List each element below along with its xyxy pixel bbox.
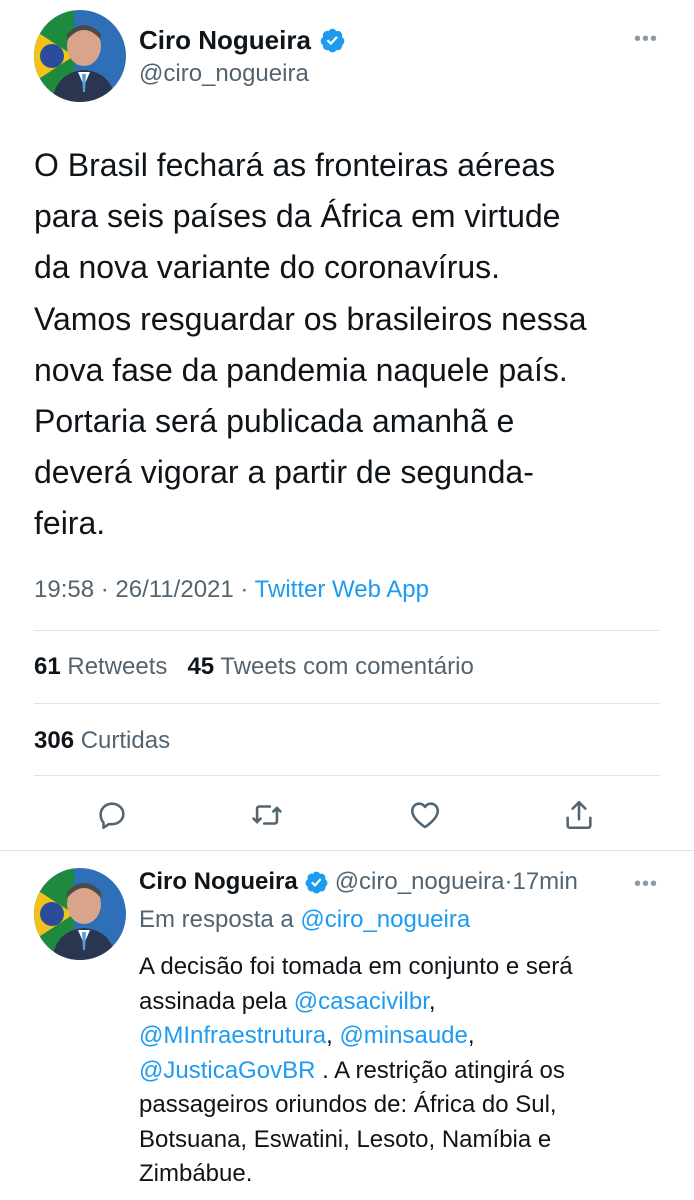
mention-link[interactable]: @minsaude xyxy=(339,1022,467,1049)
retweet-button[interactable] xyxy=(247,795,287,835)
meta-separator: · xyxy=(504,868,513,895)
replying-to: Em resposta a @ciro_nogueira xyxy=(139,906,470,934)
reply-text-line: @JusticaGovBR . A restrição atingirá os xyxy=(139,1054,679,1089)
tweet-date[interactable]: 26/11/2021 xyxy=(115,576,233,603)
more-options-icon[interactable]: ••• xyxy=(634,873,658,896)
tweet-age[interactable]: 17min xyxy=(512,868,577,896)
reply-text-line: A decisão foi tomada em conjunto e será xyxy=(139,953,573,980)
reply-tweet[interactable]: Ciro Nogueira @ciro_nogueira · 17min •••… xyxy=(0,851,694,1200)
retweets-count: 61 xyxy=(34,653,61,680)
heart-icon xyxy=(410,802,440,829)
avatar-photo xyxy=(34,868,126,960)
retweet-icon xyxy=(252,805,282,825)
text-segment: , xyxy=(467,1022,475,1049)
likes-stat[interactable]: 306 Curtidas xyxy=(34,727,170,755)
author-display-name[interactable]: Ciro Nogueira xyxy=(139,868,298,896)
tweet-time[interactable]: 19:58 xyxy=(34,576,94,603)
retweets-label: Retweets xyxy=(67,653,168,680)
text-segment: . A restrição atingirá os xyxy=(315,1056,565,1084)
reply-text-line: Zimbábue. xyxy=(139,1160,253,1187)
share-icon xyxy=(566,800,592,830)
author-display-name[interactable]: Ciro Nogueira xyxy=(139,25,311,56)
tweet-text: O Brasil fechará as fronteiras aéreas pa… xyxy=(34,147,587,542)
more-options-icon[interactable]: ••• xyxy=(634,28,658,51)
reply-mention-link[interactable]: @ciro_nogueira xyxy=(300,906,470,933)
reply-text-line: Botsuana, Eswatini, Lesoto, Namíbia e xyxy=(139,1125,552,1153)
divider xyxy=(34,703,660,704)
share-button[interactable] xyxy=(559,795,599,835)
text-segment: assinada pela xyxy=(139,987,288,1015)
mention-link[interactable]: @casacivilbr xyxy=(294,988,429,1015)
avatar[interactable] xyxy=(34,10,126,102)
meta-separator: · xyxy=(100,576,109,603)
author-name-row[interactable]: Ciro Nogueira xyxy=(139,25,346,56)
quotes-label: Tweets com comentário xyxy=(220,653,474,680)
main-tweet: Ciro Nogueira @ciro_nogueira ••• O Brasi… xyxy=(0,0,694,850)
avatar-photo xyxy=(34,10,126,102)
text-segment: , xyxy=(428,987,436,1015)
reply-icon xyxy=(99,802,125,830)
engagement-stats: 61 Retweets 45 Tweets com comentário xyxy=(34,653,474,681)
tweet-meta: 19:58 · 26/11/2021 · Twitter Web App xyxy=(34,576,429,604)
reply-text-line: @MInfraestrutura, @minsaude, xyxy=(139,1019,679,1054)
reply-tweet-text: A decisão foi tomada em conjunto e será … xyxy=(139,950,679,1192)
quotes-count: 45 xyxy=(187,653,215,680)
reply-prefix: Em resposta a xyxy=(139,906,294,933)
reply-author-row: Ciro Nogueira @ciro_nogueira · 17min xyxy=(139,868,578,896)
retweets-stat[interactable]: 61 Retweets xyxy=(34,653,167,680)
divider xyxy=(34,630,660,631)
verified-badge-icon xyxy=(319,27,346,54)
like-button[interactable] xyxy=(405,795,445,835)
mention-link[interactable]: @JusticaGovBR xyxy=(139,1057,315,1084)
divider xyxy=(34,775,660,776)
meta-separator: · xyxy=(240,576,249,603)
likes-label: Curtidas xyxy=(80,727,171,754)
verified-badge-icon xyxy=(304,870,329,895)
mention-link[interactable]: @MInfraestrutura xyxy=(139,1022,326,1049)
likes-count: 306 xyxy=(34,727,75,754)
author-handle[interactable]: @ciro_nogueira xyxy=(335,868,505,896)
author-handle[interactable]: @ciro_nogueira xyxy=(139,60,309,88)
tweet-source-link[interactable]: Twitter Web App xyxy=(255,576,429,603)
reply-text-line: passageiros oriundos de: África do Sul, xyxy=(139,1091,557,1118)
reply-button[interactable] xyxy=(92,795,132,835)
text-segment: , xyxy=(326,1022,333,1049)
quotes-stat[interactable]: 45 Tweets com comentário xyxy=(187,653,473,680)
reply-text-line: assinada pela @casacivilbr, xyxy=(139,985,679,1020)
avatar[interactable] xyxy=(34,868,126,960)
